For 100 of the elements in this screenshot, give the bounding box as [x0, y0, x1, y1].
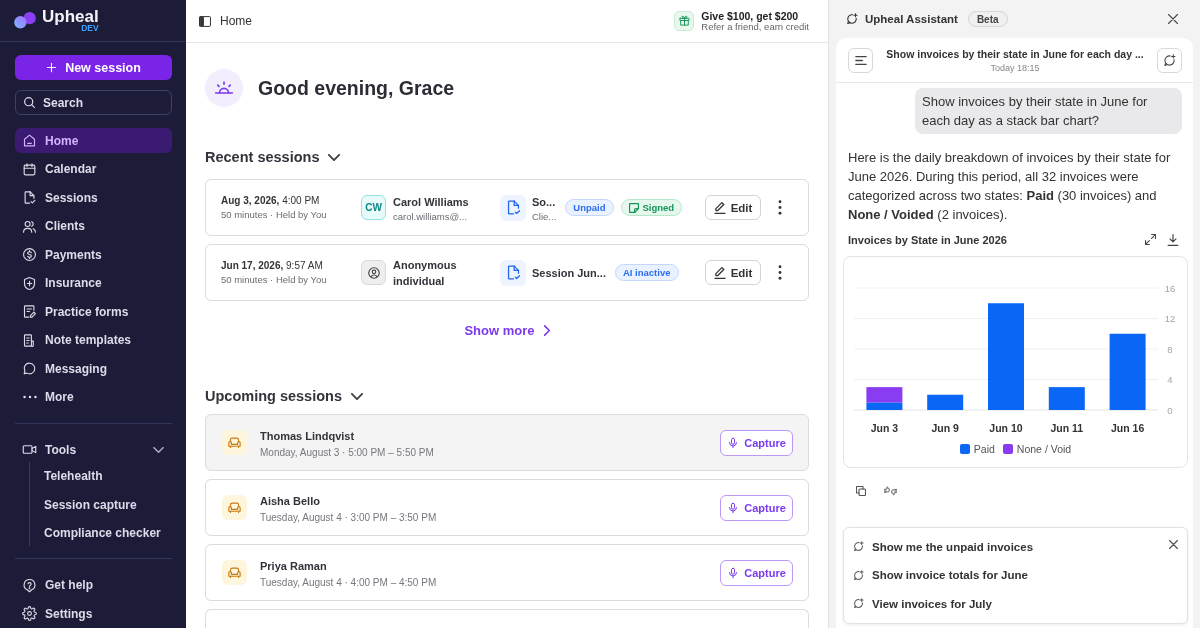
nav-item[interactable]: Insurance — [15, 270, 172, 296]
chevron-down-icon — [328, 153, 341, 161]
status-label: Unpaid — [573, 202, 606, 213]
nav-item[interactable]: Settings — [15, 601, 172, 627]
assistant-message: Here is the daily breakdown of invoices by their state for June 2026. During this period, all 32 invoices were categorized across two states: Paid (30 invoices) and None / Voided (2 invoices). — [848, 149, 1172, 224]
suggestion-item[interactable]: View invoices for July — [853, 589, 1169, 618]
new-session-button[interactable]: New session — [15, 55, 172, 80]
breadcrumb: Home — [220, 14, 252, 28]
chat-sparkle-icon — [853, 541, 864, 553]
thumbs-up-down-icon[interactable] — [884, 486, 897, 496]
dots-icon — [22, 395, 37, 399]
axis-tick-label: 0 — [1167, 404, 1173, 416]
nav-item[interactable]: Note templates — [15, 327, 172, 353]
edit-button[interactable]: Edit — [705, 260, 761, 285]
nav-item[interactable]: Get help — [15, 572, 172, 598]
client-name: Carol Williams — [393, 194, 469, 210]
close-icon[interactable] — [1169, 539, 1178, 549]
search-icon — [23, 96, 36, 109]
axis-tick-label: 12 — [1164, 313, 1176, 324]
capture-button[interactable]: Capture — [720, 429, 793, 456]
chat-sparkle-icon — [853, 569, 864, 581]
armchair-icon — [222, 495, 247, 520]
promo-subtitle: Refer a friend, earn credit — [701, 21, 809, 33]
chart-bar — [1048, 387, 1085, 410]
shield-plus-icon — [22, 275, 37, 291]
session-time: Tuesday, August 4 · 4:00 PM – 4:50 PM — [260, 576, 437, 588]
chat-sparkle-icon — [853, 598, 864, 610]
nav-item[interactable]: Tools — [15, 437, 172, 462]
search-field[interactable]: Search — [15, 90, 172, 115]
nav-item[interactable]: Payments — [15, 242, 172, 267]
document-check-icon — [22, 190, 37, 205]
note-title: So... — [532, 194, 557, 210]
note-icon — [628, 202, 639, 213]
chevron-down-icon — [153, 446, 164, 453]
nav-item[interactable]: More — [15, 384, 172, 410]
status-label: AI inactive — [622, 267, 671, 278]
axis-label: Jun 16 — [1110, 422, 1145, 434]
chart-bar — [927, 394, 964, 410]
capture-button[interactable]: Capture — [720, 559, 793, 586]
session-time: Tuesday, August 4 · 3:00 PM – 3:50 PM — [260, 511, 437, 523]
axis-tick-label: 16 — [1164, 282, 1176, 294]
nav-item[interactable]: Calendar — [15, 156, 172, 182]
session-datetime: Aug 3, 2026, 4:00 PM — [221, 195, 321, 206]
greeting-title: Good evening, Grace — [258, 76, 455, 100]
copy-icon[interactable] — [856, 486, 866, 496]
armchair-icon — [222, 430, 247, 455]
vertical-dots-icon[interactable] — [778, 200, 782, 215]
axis-label: Jun 10 — [989, 422, 1023, 434]
session-details: 50 minutes · Held by You — [221, 274, 328, 285]
form-edit-icon — [22, 304, 37, 319]
show-more-link[interactable]: Show more — [464, 322, 550, 339]
suggestion-item[interactable]: Show invoice totals for June — [853, 561, 1169, 590]
suggestion-item[interactable]: Show me the unpaid invoices — [853, 532, 1169, 561]
video-camera-icon — [22, 442, 37, 457]
chart-title: Invoices by State in June 2026 — [848, 233, 1007, 246]
nav-subitem[interactable]: Session capture — [30, 492, 172, 518]
nav-item[interactable]: Sessions — [15, 185, 172, 210]
nav-item[interactable]: Messaging — [15, 356, 172, 381]
gift-icon[interactable] — [674, 11, 695, 31]
nav-item[interactable]: Practice forms — [15, 299, 172, 324]
section-toggle[interactable]: Upcoming sessions — [205, 386, 363, 406]
download-icon[interactable] — [1167, 233, 1179, 246]
panel-title: Upheal Assistant — [865, 13, 958, 25]
help-bubble-icon — [22, 577, 37, 593]
vertical-dots-icon[interactable] — [778, 265, 782, 280]
legend-label: None / Void — [1016, 443, 1072, 455]
axis-tick-label: 4 — [1167, 374, 1173, 385]
microphone-icon — [727, 501, 740, 514]
section-toggle[interactable]: Recent sessions — [205, 147, 341, 167]
edit-button[interactable]: Edit — [705, 195, 761, 220]
logo-icon — [14, 12, 36, 29]
conversation-time: Today 18:15 — [990, 63, 1040, 73]
status-label: Signed — [642, 202, 675, 213]
nav-subitem[interactable]: Telehealth — [30, 463, 172, 489]
capture-button[interactable]: Capture — [720, 494, 793, 521]
document-check-icon — [500, 194, 526, 221]
client-email: carol.williams@... — [393, 210, 469, 222]
pencil-icon — [713, 266, 726, 279]
note-subtitle: Clie... — [532, 210, 557, 222]
promo-title[interactable]: Give $100, get $200 — [701, 9, 809, 22]
client-name: Anonymous individual — [393, 257, 458, 289]
menu-button[interactable] — [848, 48, 873, 73]
nav-subitem[interactable]: Compliance checker — [30, 520, 172, 546]
sunrise-icon — [205, 69, 243, 107]
microphone-icon — [727, 436, 740, 449]
sidebar-toggle-icon[interactable] — [199, 15, 211, 27]
axis-label: Jun 3 — [870, 422, 899, 434]
expand-icon[interactable] — [1145, 234, 1156, 245]
new-chat-button[interactable] — [1157, 48, 1182, 73]
document-check-icon — [500, 259, 526, 286]
close-icon[interactable] — [1168, 14, 1178, 24]
chat-bubble-icon — [22, 361, 37, 376]
nav-item[interactable]: Home — [15, 128, 172, 153]
chat-sparkle-icon — [846, 13, 858, 25]
nav-item[interactable]: Clients — [15, 213, 172, 239]
initials-avatar: CW — [361, 195, 386, 220]
legend-label: Paid — [973, 443, 995, 455]
brand-name: Upheal — [42, 8, 99, 26]
plus-icon — [46, 62, 58, 73]
axis-label: Jun 9 — [931, 422, 959, 434]
